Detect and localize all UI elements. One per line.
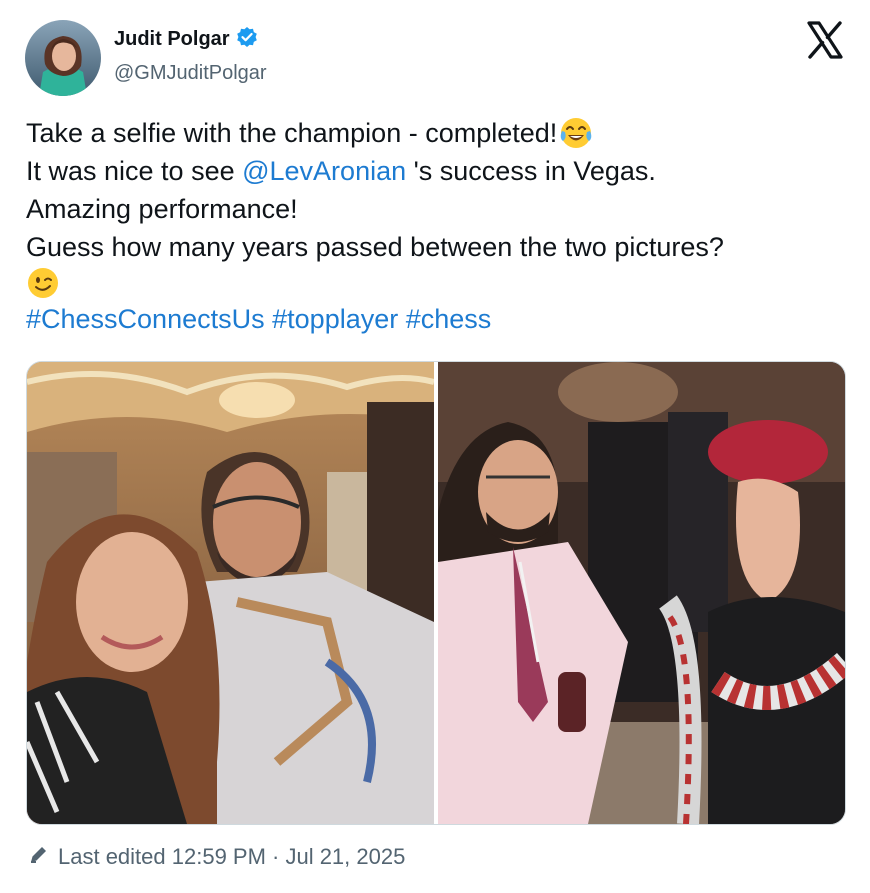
tweet-line-4: Guess how many years passed between the … — [26, 232, 724, 262]
mention-link[interactable]: @LevAronian — [242, 152, 406, 190]
tweet-line-3: Amazing performance! — [26, 194, 298, 224]
tweet-text: Take a selfie with the champion - comple… — [26, 114, 856, 338]
edited-timestamp[interactable]: Last edited 12:59 PM · Jul 21, 2025 — [28, 843, 405, 871]
photo-archive[interactable] — [438, 362, 845, 824]
avatar[interactable] — [25, 20, 101, 96]
hashtag-link[interactable]: #topplayer — [272, 300, 398, 338]
edited-text: Last edited 12:59 PM · Jul 21, 2025 — [58, 844, 406, 869]
author-display-name[interactable]: Judit Polgar — [114, 28, 230, 51]
author-handle[interactable]: @GMJuditPolgar — [114, 62, 267, 85]
winking-face-icon — [26, 266, 60, 300]
media-grid — [26, 361, 846, 825]
hashtag-link[interactable]: #ChessConnectsUs — [26, 300, 265, 338]
x-logo-icon[interactable] — [805, 20, 845, 60]
tweet-line-2-post: 's success in Vegas. — [406, 156, 656, 186]
tweet-line-2-pre: It was nice to see — [26, 156, 243, 186]
pencil-icon — [28, 843, 50, 871]
tweet-line-1: Take a selfie with the champion - comple… — [26, 118, 558, 148]
photo-selfie[interactable] — [27, 362, 434, 824]
verified-badge-icon — [236, 26, 258, 53]
face-with-tears-of-joy-icon — [559, 116, 593, 150]
hashtag-link[interactable]: #chess — [406, 300, 492, 338]
